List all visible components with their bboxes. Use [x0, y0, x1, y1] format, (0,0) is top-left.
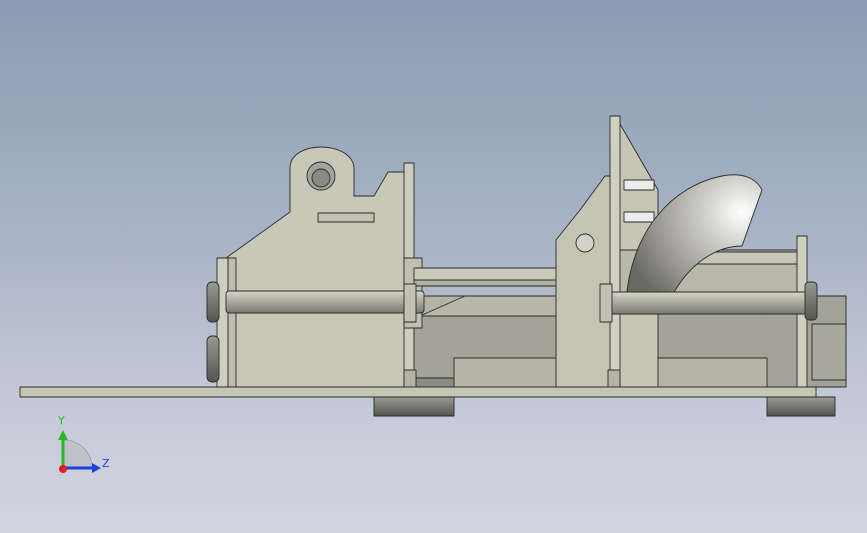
right-bracket-hole — [575, 233, 595, 253]
left-end-plate-inner — [227, 257, 237, 388]
shaft-right — [603, 291, 815, 315]
left-roller-top — [206, 281, 220, 323]
coordinate-triad — [58, 430, 101, 473]
mid-pad-2 — [607, 369, 621, 388]
triad-arc — [63, 439, 93, 469]
y-axis-label: Y — [58, 414, 65, 427]
ear-hole-inner — [311, 168, 331, 188]
machine-assembly-side-view[interactable] — [0, 0, 867, 533]
mid-pad — [403, 369, 417, 388]
housing-right-step — [811, 323, 847, 381]
slot-bottom — [623, 211, 655, 223]
right-bracket-plate — [555, 175, 613, 388]
z-axis-label: Z — [102, 457, 110, 470]
foot-pad-right — [766, 396, 836, 417]
slot-top — [623, 179, 655, 191]
y-axis-arrow — [58, 430, 68, 440]
shaft-left — [225, 290, 425, 314]
cad-viewport[interactable]: Y Z — [0, 0, 867, 533]
bracket-slot — [317, 212, 375, 223]
shaft-collar-mid — [599, 283, 613, 323]
tall-plate-edge — [609, 115, 621, 388]
shaft-collar-left — [403, 283, 417, 323]
foot-pad-left — [373, 396, 455, 417]
base-plate — [19, 386, 817, 398]
shaft-cap-right — [804, 281, 818, 321]
left-roller-bottom — [206, 335, 220, 383]
z-axis-arrow — [92, 463, 101, 473]
x-axis-dot — [59, 465, 67, 473]
